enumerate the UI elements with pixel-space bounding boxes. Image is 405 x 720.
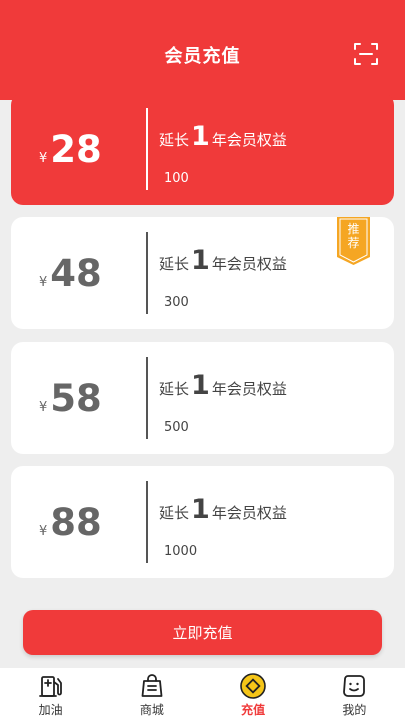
plan-price: ¥ 58 [39, 342, 102, 454]
nav-label: 商城 [139, 703, 164, 717]
currency-symbol: ¥ [39, 399, 48, 415]
plan-amount: 300 [164, 295, 189, 310]
price-value: 58 [50, 376, 102, 420]
benefit-suffix: 年会员权益 [211, 255, 287, 273]
benefit-prefix: 延长 [159, 255, 190, 273]
plan-amount: 1000 [164, 544, 198, 559]
plan-amount: 100 [164, 171, 189, 186]
badge-line-1: 推 [347, 222, 360, 236]
nav-label: 我的 [342, 703, 367, 717]
bottom-nav: 加油 商城 充值 我的 [0, 668, 405, 720]
profile-face-icon [343, 675, 366, 697]
scan-icon[interactable] [354, 42, 378, 66]
benefit-text: 延长 1 年会员权益 [159, 370, 287, 401]
plan-price: ¥ 88 [39, 466, 102, 578]
benefit-suffix: 年会员权益 [211, 504, 287, 522]
shopping-bag-icon [141, 674, 163, 697]
currency-symbol: ¥ [39, 274, 48, 290]
plan-card-58[interactable]: ¥ 58 延长 1 年会员权益 500 [11, 342, 394, 454]
plan-card-88[interactable]: ¥ 88 延长 1 年会员权益 1000 [11, 466, 394, 578]
divider [146, 108, 148, 190]
benefit-suffix: 年会员权益 [211, 131, 287, 149]
plan-price: ¥ 28 [39, 93, 102, 205]
currency-symbol: ¥ [39, 523, 48, 539]
benefit-prefix: 延长 [159, 380, 190, 398]
benefit-text: 延长 1 年会员权益 [159, 121, 287, 152]
benefit-text: 延长 1 年会员权益 [159, 494, 287, 525]
benefit-prefix: 延长 [159, 504, 190, 522]
nav-item-fuel[interactable]: 加油 [0, 668, 101, 720]
badge-text: 推 荐 [337, 222, 370, 250]
currency-symbol: ¥ [39, 150, 48, 166]
benefit-years: 1 [191, 494, 210, 525]
recommend-badge: 推 荐 [337, 217, 370, 265]
benefit-prefix: 延长 [159, 131, 190, 149]
fuel-pump-icon [38, 676, 62, 697]
nav-item-mine[interactable]: 我的 [304, 668, 405, 720]
divider [146, 481, 148, 563]
plan-amount: 500 [164, 420, 189, 435]
plan-price: ¥ 48 [39, 217, 102, 329]
benefit-years: 1 [191, 370, 210, 401]
header-bar: 会员充值 [0, 0, 405, 100]
divider [146, 357, 148, 439]
price-value: 48 [50, 251, 102, 295]
page-title: 会员充值 [164, 46, 241, 67]
nav-label: 充值 [241, 703, 266, 717]
recharge-now-button[interactable]: 立即充值 [23, 610, 382, 655]
coin-icon [240, 673, 266, 699]
price-value: 28 [50, 127, 102, 171]
plan-card-48[interactable]: ¥ 48 延长 1 年会员权益 300 推 荐 [11, 217, 394, 329]
badge-line-2: 荐 [347, 236, 360, 250]
divider [146, 232, 148, 314]
benefit-suffix: 年会员权益 [211, 380, 287, 398]
benefit-text: 延长 1 年会员权益 [159, 245, 287, 276]
nav-item-mall[interactable]: 商城 [101, 668, 202, 720]
nav-label: 加油 [38, 703, 63, 717]
benefit-years: 1 [191, 121, 210, 152]
benefit-years: 1 [191, 245, 210, 276]
price-value: 88 [50, 500, 102, 544]
plan-card-28[interactable]: ¥ 28 延长 1 年会员权益 100 [11, 93, 394, 205]
nav-item-recharge[interactable]: 充值 [203, 668, 304, 720]
